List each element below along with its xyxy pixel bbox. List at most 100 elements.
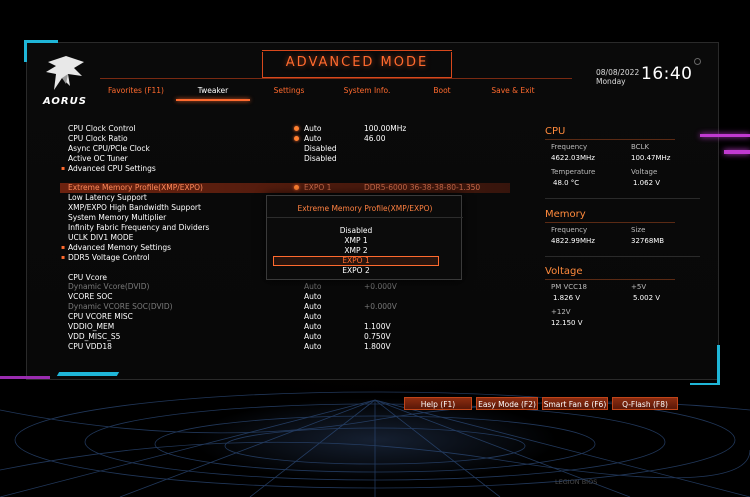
info-value: 12.150 V	[551, 319, 583, 327]
popup-option[interactable]: XMP 2	[273, 246, 439, 256]
setting-row[interactable]: Active OC Tuner Disabled	[60, 154, 510, 164]
info-value: 1.826 V	[553, 294, 581, 302]
setting-label: VDDIO_MEM	[68, 322, 115, 332]
info-label: Frequency	[551, 226, 588, 234]
setting-value[interactable]: Auto	[304, 322, 321, 332]
submenu-label: Advanced Memory Settings	[61, 243, 171, 253]
clock-time: 16:40	[641, 64, 693, 84]
popup-option[interactable]: XMP 1	[273, 236, 439, 246]
info-label: +5V	[631, 283, 647, 291]
setting-readout: 46.00	[364, 133, 386, 143]
cpu-info-panel: CPU Frequency BCLK 4622.03MHz 100.47MHz …	[545, 126, 705, 188]
setting-value: Auto	[304, 282, 322, 292]
info-label: Temperature	[551, 168, 596, 176]
popup-title: Extreme Memory Profile(XMP/EXPO)	[297, 204, 433, 213]
setting-value[interactable]: Auto	[304, 332, 321, 342]
setting-row[interactable]: Async CPU/PCIe Clock Disabled	[60, 144, 510, 154]
setting-row[interactable]: CPU VCORE MISC Auto	[60, 312, 510, 322]
panel-divider	[545, 256, 700, 257]
info-label: +12V	[551, 308, 571, 316]
setting-label: CPU Clock Control	[68, 124, 136, 133]
setting-label: CPU VDD18	[68, 341, 112, 351]
option-popup-dialog: Extreme Memory Profile(XMP/EXPO) Disable…	[266, 195, 463, 280]
info-value: 4622.03MHz	[551, 154, 595, 162]
info-value: 5.002 V	[633, 294, 661, 302]
watermark-text: LEGION BIOS	[555, 478, 598, 486]
info-label: PM VCC18	[551, 283, 587, 291]
setting-value[interactable]: Auto	[304, 292, 321, 302]
popup-option-selected[interactable]: EXPO 1	[273, 255, 439, 266]
submenu-label: DDR5 Voltage Control	[61, 253, 150, 263]
easy-mode-button[interactable]: Easy Mode (F2)	[476, 397, 538, 410]
setting-value: Auto	[304, 302, 322, 312]
setting-value[interactable]: Disabled	[304, 144, 337, 154]
info-label: Size	[631, 226, 646, 234]
help-button[interactable]: Help (F1)	[404, 397, 472, 410]
decorative-streak	[700, 134, 750, 137]
setting-value[interactable]: EXPO 1	[304, 183, 331, 193]
setting-label: Active OC Tuner	[68, 153, 128, 163]
info-value: 100.47MHz	[631, 154, 671, 162]
setting-value[interactable]: Disabled	[304, 154, 337, 164]
setting-row[interactable]: CPU Clock Control Auto 100.00MHz	[60, 124, 510, 134]
setting-label: CPU VCORE MISC	[68, 312, 133, 322]
setting-label: CPU Vcore	[68, 272, 108, 282]
memory-info-panel: Memory Frequency Size 4822.99MHz 32768MB	[545, 209, 705, 249]
tab-favorites[interactable]: Favorites (F11)	[100, 84, 172, 102]
submenu-row[interactable]: Advanced CPU Settings	[60, 164, 510, 174]
setting-row[interactable]: CPU VDD18 Auto 1.800V	[60, 342, 510, 352]
popup-option[interactable]: Disabled	[273, 226, 439, 236]
bottom-function-bar: Help (F1) Easy Mode (F2) Smart Fan 6 (F6…	[404, 397, 678, 410]
setting-value[interactable]: Auto	[304, 134, 321, 144]
setting-value[interactable]: Auto	[304, 312, 321, 322]
setting-row: Dynamic Vcore(DVID) Auto +0.000V	[60, 282, 510, 292]
date-text: 08/08/2022	[596, 68, 640, 77]
popup-option-list: Disabled XMP 1 XMP 2 EXPO 1 EXPO 2	[273, 226, 439, 275]
info-value: 32768MB	[631, 237, 665, 245]
setting-row-selected[interactable]: Extreme Memory Profile(XMP/EXPO) EXPO 1 …	[60, 183, 510, 194]
panel-title: Memory	[545, 209, 675, 223]
panel-divider	[545, 198, 700, 199]
gear-icon[interactable]	[694, 58, 701, 65]
setting-readout: +0.000V	[364, 282, 397, 292]
q-flash-button[interactable]: Q-Flash (F8)	[612, 397, 678, 410]
info-label: Voltage	[631, 168, 658, 176]
setting-row[interactable]: VDD_MISC_S5 Auto 0.750V	[60, 332, 510, 342]
setting-label: Dynamic VCORE SOC(DVID)	[68, 302, 173, 312]
setting-row[interactable]: VCORE SOC Auto	[60, 292, 510, 302]
smart-fan-button[interactable]: Smart Fan 6 (F6)	[542, 397, 608, 410]
setting-readout: 1.100V	[364, 322, 391, 332]
brand-logo-text: AORUS	[43, 96, 87, 107]
setting-readout: 100.00MHz	[364, 124, 407, 133]
setting-label: CPU Clock Ratio	[68, 133, 128, 143]
setting-value[interactable]: Auto	[304, 124, 321, 134]
setting-label: XMP/EXPO High Bandwidth Support	[68, 203, 201, 213]
setting-value[interactable]: Auto	[304, 342, 321, 352]
tab-save-exit[interactable]: Save & Exit	[474, 84, 552, 102]
info-value: 48.0 °C	[553, 179, 580, 187]
tab-system-info[interactable]: System Info.	[324, 84, 410, 102]
setting-label: Infinity Fabric Frequency and Dividers	[68, 223, 210, 233]
option-indicator-icon	[294, 185, 299, 191]
setting-label: VCORE SOC	[68, 292, 113, 302]
info-value: 1.062 V	[633, 179, 661, 187]
setting-label: Async CPU/PCIe Clock	[68, 143, 150, 153]
setting-label: UCLK DIV1 MODE	[68, 232, 134, 242]
popup-option[interactable]: EXPO 2	[273, 266, 439, 276]
option-indicator-icon	[294, 126, 299, 131]
setting-row[interactable]: CPU Clock Ratio Auto 46.00	[60, 134, 510, 144]
tab-boot[interactable]: Boot	[410, 84, 474, 102]
tab-settings[interactable]: Settings	[254, 84, 324, 102]
info-label: BCLK	[631, 143, 650, 151]
tab-tweaker[interactable]: Tweaker	[172, 84, 254, 102]
setting-row: Dynamic VCORE SOC(DVID) Auto +0.000V	[60, 302, 510, 312]
setting-row[interactable]: VDDIO_MEM Auto 1.100V	[60, 322, 510, 332]
voltage-info-panel: Voltage PM VCC18 +5V 1.826 V 5.002 V +12…	[545, 266, 705, 330]
setting-label: Extreme Memory Profile(XMP/EXPO)	[68, 183, 203, 193]
submenu-label: Advanced CPU Settings	[61, 164, 156, 174]
date-display: 08/08/2022 Monday	[596, 68, 639, 86]
setting-readout: 0.750V	[364, 331, 391, 341]
option-indicator-icon	[294, 135, 299, 141]
decorative-streak	[56, 372, 120, 376]
main-tab-bar: Favorites (F11) Tweaker Settings System …	[100, 84, 560, 102]
